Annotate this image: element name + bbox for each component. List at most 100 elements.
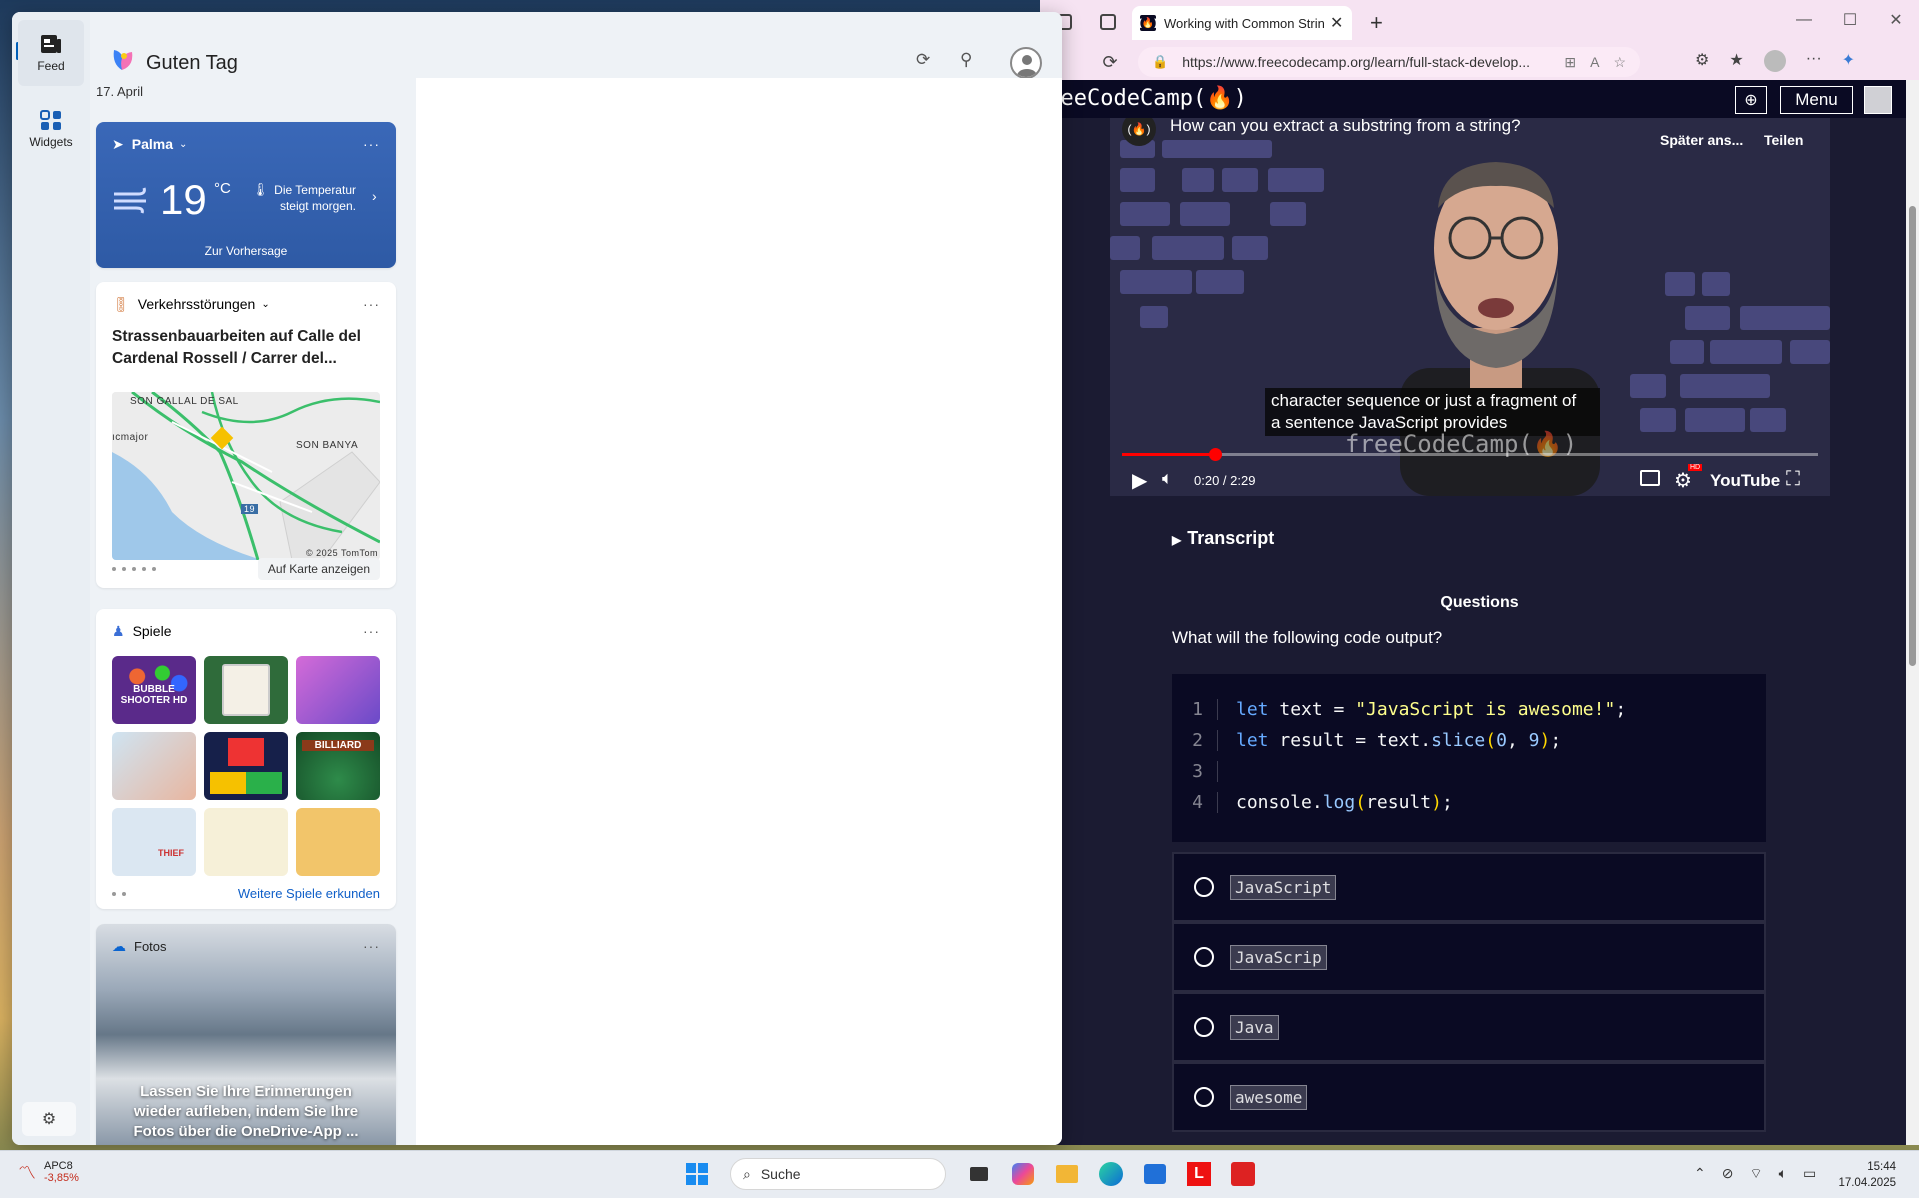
tab-close-icon[interactable]: ✕ [1330,13,1343,33]
more-options-icon[interactable]: ··· [363,623,380,639]
page-scrollbar[interactable] [1906,80,1919,1145]
game-tile-bubble-shooter[interactable]: BUBBLE SHOOTER HD [112,656,196,724]
fcc-logo[interactable]: freeCodeCamp(🔥) [1040,86,1247,111]
settings-gear-icon[interactable]: ⚙ [22,1102,76,1136]
more-icon[interactable]: ··· [1806,50,1822,72]
tab-actions-icon[interactable] [1100,14,1116,30]
close-icon[interactable]: ✕ [1873,0,1919,40]
radio-icon[interactable] [1194,877,1214,897]
answer-option[interactable]: JavaScript [1172,852,1766,922]
pager-dots[interactable] [112,567,156,571]
clock[interactable]: 15:44 17.04.2025 [1806,1159,1896,1191]
user-avatar-icon[interactable] [1010,47,1042,79]
radio-icon[interactable] [1194,947,1214,967]
volume-icon[interactable]: 🔈︎ [1162,468,1173,489]
youtube-logo[interactable]: YouTube [1710,471,1780,491]
globe-icon[interactable]: ⊕ [1735,86,1767,114]
app-available-icon[interactable]: ⊞ [1564,54,1576,71]
game-tile-wood[interactable] [296,808,380,876]
photos-title[interactable]: Fotos [134,939,167,954]
games-title[interactable]: Spiele [133,623,172,639]
maximize-icon[interactable]: ☐ [1827,0,1873,40]
games-card[interactable]: ♟ Spiele ··· BUBBLE SHOOTER HD BILLIARD … [96,609,396,909]
radio-icon[interactable] [1194,1087,1214,1107]
store-icon[interactable] [1138,1157,1172,1191]
answer-option[interactable]: Java [1172,992,1766,1062]
game-tile-blocks[interactable] [204,732,288,800]
refresh-icon[interactable]: ⟳ [916,50,930,70]
rail-item-feed[interactable]: Feed [18,20,84,86]
answer-option[interactable]: JavaScrip [1172,922,1766,992]
favorite-star-icon[interactable]: ☆ [1613,54,1626,71]
feed-icon [41,35,61,53]
video-progress-bar[interactable] [1122,448,1818,461]
traffic-card[interactable]: 🚦︎ Verkehrsstörungen ⌄ ··· Strassenbauar… [96,282,396,588]
menu-button[interactable]: Menu [1780,86,1853,114]
more-options-icon[interactable]: ··· [363,296,380,312]
user-avatar-icon[interactable] [1864,86,1892,114]
copilot-icon[interactable]: ✦ [1842,50,1855,72]
transcript-toggle[interactable]: ▶ Transcript [1172,528,1274,549]
sync-off-icon[interactable]: ⊘ [1722,1165,1734,1183]
traffic-headline[interactable]: Strassenbauarbeiten auf Calle del Carden… [96,326,396,370]
game-tile-bees[interactable] [204,808,288,876]
more-options-icon[interactable]: ··· [363,136,380,152]
wifi-icon[interactable]: ⌔ [1749,1165,1762,1183]
weather-card[interactable]: ➤ Palma ⌄ ··· 19 °C 🌡︎ Die Temperatur st… [96,122,396,268]
radio-icon[interactable] [1194,1017,1214,1037]
game-tile-makeup[interactable] [296,656,380,724]
photos-text[interactable]: Lassen Sie Ihre Erinnerungen wieder aufl… [116,1082,376,1142]
extensions-icon[interactable]: ⚙ [1695,50,1709,72]
chevron-down-icon[interactable]: ⌄ [261,299,269,310]
video-progress-knob[interactable] [1209,448,1223,461]
chevron-up-icon[interactable]: ⌃ [1694,1165,1706,1183]
show-on-map-button[interactable]: Auf Karte anzeigen [257,558,380,580]
profile-avatar-icon[interactable] [1763,50,1786,72]
url-field[interactable]: 🔒 https://www.freecodecamp.org/learn/ful… [1138,47,1640,77]
subtitles-icon[interactable] [1640,470,1660,486]
weather-location[interactable]: Palma [132,136,173,152]
answer-option[interactable]: awesome [1172,1062,1766,1132]
video-player[interactable]: (🔥) How can you extract a substring from… [1110,118,1830,496]
tab-active[interactable]: (🔥) Working with Common String Me ✕ [1132,6,1352,40]
edge-browser-icon[interactable] [1094,1157,1128,1191]
volume-icon[interactable]: 🔈︎ [1779,1165,1787,1183]
watch-later-button[interactable]: Später ans... [1660,132,1743,148]
chevron-right-icon[interactable]: › [372,188,377,204]
task-view-icon[interactable] [962,1157,996,1191]
copilot-icon[interactable] [1006,1157,1040,1191]
game-tile-mahjong[interactable] [204,656,288,724]
traffic-map[interactable]: SON GALLAL DE SAL ıcmajor SON BANYA 19 ©… [112,392,380,560]
new-tab-icon[interactable]: + [1370,10,1383,36]
forecast-link[interactable]: Zur Vorhersage [96,244,396,258]
start-windows-icon[interactable] [680,1157,714,1191]
more-options-icon[interactable]: ··· [363,938,380,954]
pin-icon[interactable]: ⚲ [960,50,972,70]
play-icon[interactable]: ▶ [1132,468,1147,493]
video-title[interactable]: How can you extract a substring from a s… [1170,118,1521,136]
pager-dots[interactable] [112,891,126,896]
chevron-down-icon[interactable]: ⌄ [179,139,187,150]
scrollbar-thumb[interactable] [1909,206,1916,666]
fullscreen-icon[interactable]: ⛶ [1786,468,1800,491]
rail-item-widgets[interactable]: Widgets [18,96,84,162]
code-token: console. [1236,792,1323,813]
game-tile-hospital[interactable] [112,732,196,800]
game-tile-billiard[interactable]: BILLIARD [296,732,380,800]
file-explorer-icon[interactable] [1050,1157,1084,1191]
more-games-link[interactable]: Weitere Spiele erkunden [238,886,380,901]
refresh-icon[interactable]: ⟳ [1094,46,1126,78]
favorites-icon[interactable]: ★ [1729,50,1743,72]
stock-widget[interactable]: 〽 APC8 -3,85% [18,1159,79,1185]
share-button[interactable]: Teilen [1764,132,1803,148]
minimize-icon[interactable]: — [1781,0,1827,40]
taskbar-search[interactable]: ⌕ Suche [730,1158,946,1190]
l-app-icon[interactable]: L [1182,1157,1216,1191]
game-tile-thief[interactable]: THIEF [112,808,196,876]
traffic-title[interactable]: Verkehrsstörungen [138,296,256,312]
photos-card[interactable]: ☁ Fotos ··· Lassen Sie Ihre Erinnerungen… [96,924,396,1145]
settings-icon[interactable]: ⚙ [1674,468,1692,493]
stock-change: -3,85% [44,1172,79,1184]
pdf-app-icon[interactable] [1226,1157,1260,1191]
read-aloud-icon[interactable]: A [1590,54,1599,71]
